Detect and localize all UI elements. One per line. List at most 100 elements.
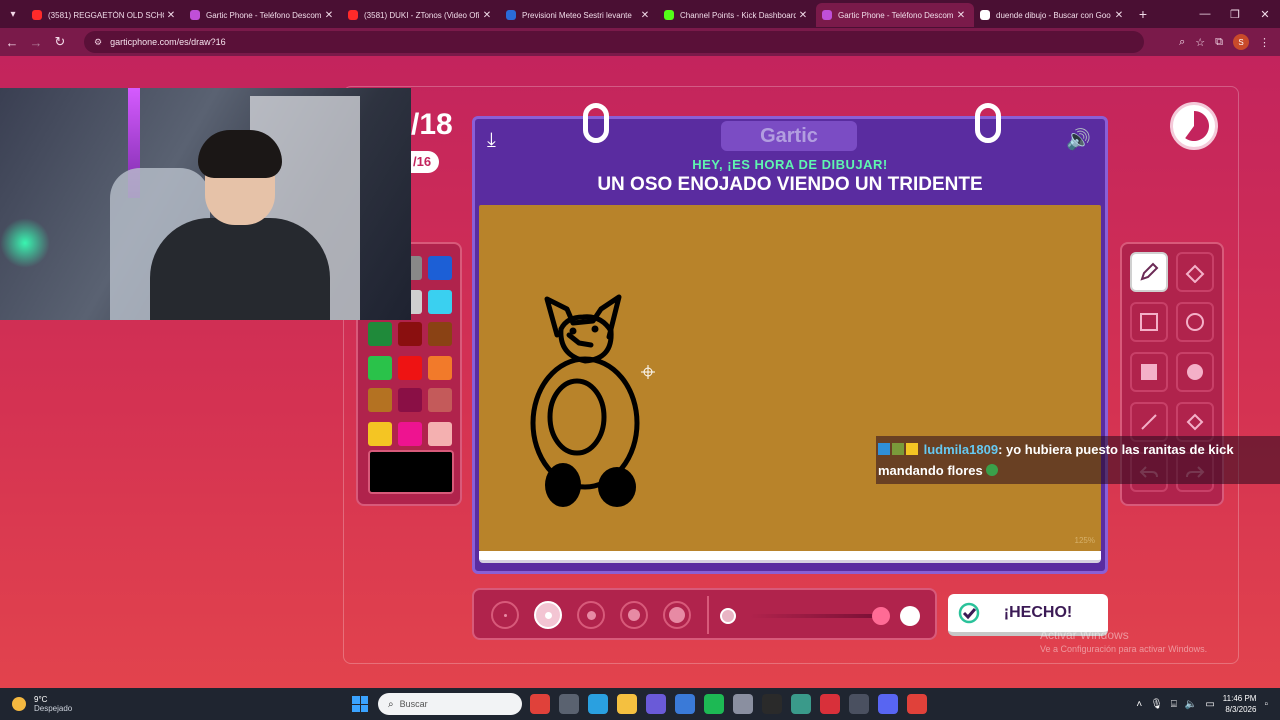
back-icon[interactable]: ←: [0, 35, 24, 50]
tab-search-icon[interactable]: ▾: [0, 1, 26, 27]
current-color-swatch[interactable]: [368, 450, 454, 494]
volume-icon[interactable]: 🔈: [1185, 699, 1197, 710]
favicon-icon: [506, 10, 516, 20]
windows-activation-watermark: Activar Windows Ve a Configuración para …: [1040, 628, 1207, 654]
browser-tab[interactable]: Gartic Phone - Teléfono Descomp ✕: [816, 3, 974, 27]
color-swatch[interactable]: [428, 422, 452, 446]
network-icon[interactable]: ⌸: [1171, 699, 1177, 710]
tab-close-icon[interactable]: ✕: [1112, 10, 1126, 21]
browser-tab[interactable]: (3581) REGGAETÓN OLD SCHOOL✕: [26, 3, 184, 27]
window-controls: — ❐ ✕: [1190, 8, 1280, 21]
opacity-slider-handle[interactable]: [872, 607, 890, 625]
browser-tab[interactable]: Channel Points - Kick Dashboard ✕: [658, 3, 816, 27]
weather-widget[interactable]: 9°C Despejado: [0, 695, 120, 713]
color-swatch[interactable]: [398, 422, 422, 446]
brush-size-1[interactable]: [491, 601, 519, 629]
notebook-ring-right: [975, 103, 1001, 143]
done-button-label: ¡HECHO!: [1003, 604, 1073, 621]
app-icon[interactable]: [791, 694, 811, 714]
color-swatch[interactable]: [368, 322, 392, 346]
drawing-canvas[interactable]: 125%: [479, 205, 1101, 551]
eraser-tool[interactable]: [1176, 252, 1214, 292]
color-swatch[interactable]: [368, 422, 392, 446]
tab-title: (3581) REGGAETÓN OLD SCHOOL: [48, 10, 164, 20]
app-icon[interactable]: [820, 694, 840, 714]
brush-size-4[interactable]: [620, 601, 648, 629]
chrome-icon[interactable]: [907, 694, 927, 714]
microphone-icon[interactable]: 🎙: [1150, 699, 1163, 710]
tab-close-icon[interactable]: ✕: [638, 10, 652, 21]
notebook-pages: [479, 551, 1101, 563]
color-swatch[interactable]: [398, 322, 422, 346]
minimize-icon[interactable]: —: [1190, 8, 1220, 21]
tab-close-icon[interactable]: ✕: [796, 10, 810, 21]
start-icon[interactable]: [352, 696, 368, 712]
zoom-label: 125%: [1074, 536, 1095, 545]
forward-icon[interactable]: →: [24, 35, 48, 50]
color-swatch[interactable]: [398, 388, 422, 412]
rectangle-filled-tool[interactable]: [1130, 352, 1168, 392]
epic-games-icon[interactable]: [762, 694, 782, 714]
edge-icon[interactable]: [588, 694, 608, 714]
restore-icon[interactable]: ❐: [1220, 8, 1250, 21]
chevron-up-icon[interactable]: ˄: [1136, 699, 1142, 710]
close-window-icon[interactable]: ✕: [1250, 8, 1280, 21]
browser-menu-icon[interactable]: ⋮: [1259, 36, 1270, 49]
color-swatch[interactable]: [428, 290, 452, 314]
battery-icon[interactable]: ▭: [1205, 699, 1214, 710]
sound-icon[interactable]: 🔊: [1066, 127, 1091, 152]
teams-icon[interactable]: [646, 694, 666, 714]
clock[interactable]: 11:46 PM 8/3/2026: [1223, 693, 1257, 715]
app-icon[interactable]: [733, 694, 753, 714]
taskbar-search[interactable]: ⌕ Buscar: [378, 693, 522, 715]
discord-icon[interactable]: [878, 694, 898, 714]
system-tray: ˄ 🎙 ⌸ 🔈 ▭ 11:46 PM 8/3/2026 ▫: [1136, 688, 1280, 720]
tab-close-icon[interactable]: ✕: [954, 10, 968, 21]
pen-tool[interactable]: [1130, 252, 1168, 292]
app-icon[interactable]: [849, 694, 869, 714]
mail-icon[interactable]: [675, 694, 695, 714]
chat-message: ludmila1809: yo hubiera puesto las ranit…: [876, 436, 1280, 484]
brush-size-2[interactable]: [534, 601, 562, 629]
color-swatch[interactable]: [428, 322, 452, 346]
new-tab-button[interactable]: +: [1132, 6, 1154, 22]
chrome-icon[interactable]: [530, 694, 550, 714]
tab-close-icon[interactable]: ✕: [322, 10, 336, 21]
browser-tab[interactable]: Previsioni Meteo Sestri levante ✕: [500, 3, 658, 27]
frog-emote-icon: [986, 464, 999, 476]
favicon-icon: [664, 10, 674, 20]
color-swatch[interactable]: [428, 256, 452, 280]
color-swatch[interactable]: [428, 388, 452, 412]
browser-tab[interactable]: (3581) DUKI - ZTonos (Video Ofi ✕: [342, 3, 500, 27]
tab-close-icon[interactable]: ✕: [480, 10, 494, 21]
brush-size-3[interactable]: [577, 601, 605, 629]
profile-avatar[interactable]: S: [1233, 34, 1249, 50]
browser-tab[interactable]: Gartic Phone - Teléfono Descomp ✕: [184, 3, 342, 27]
color-swatch[interactable]: [398, 356, 422, 380]
zoom-icon[interactable]: ⌕: [1179, 36, 1185, 49]
url-field[interactable]: ⚙ garticphone.com/es/draw?16: [84, 31, 1144, 53]
extensions-icon[interactable]: ⧉: [1215, 36, 1223, 49]
file-explorer-icon[interactable]: [617, 694, 637, 714]
store-icon[interactable]: [559, 694, 579, 714]
spotify-icon[interactable]: [704, 694, 724, 714]
color-swatch[interactable]: [428, 356, 452, 380]
download-icon[interactable]: ⤓: [487, 129, 496, 152]
circle-outline-tool[interactable]: [1176, 302, 1214, 342]
color-swatch[interactable]: [368, 388, 392, 412]
reload-icon[interactable]: ↻: [48, 34, 72, 50]
tab-title: Channel Points - Kick Dashboard: [680, 10, 796, 20]
rectangle-outline-tool[interactable]: [1130, 302, 1168, 342]
weather-temp: 9°C: [34, 695, 48, 704]
browser-tab-bar: ▾ (3581) REGGAETÓN OLD SCHOOL✕Gartic Pho…: [0, 0, 1280, 28]
circle-filled-tool[interactable]: [1176, 352, 1214, 392]
opacity-slider[interactable]: [750, 614, 880, 618]
tab-close-icon[interactable]: ✕: [164, 10, 178, 21]
bookmark-star-icon[interactable]: ☆: [1195, 36, 1205, 49]
site-info-icon[interactable]: ⚙: [94, 37, 102, 48]
color-swatch[interactable]: [368, 356, 392, 380]
tab-title: (3581) DUKI - ZTonos (Video Ofi: [364, 10, 480, 20]
brush-size-5[interactable]: [663, 601, 691, 629]
notifications-icon[interactable]: ▫: [1264, 699, 1268, 710]
browser-tab[interactable]: duende dibujo - Buscar con Goo ✕: [974, 3, 1132, 27]
